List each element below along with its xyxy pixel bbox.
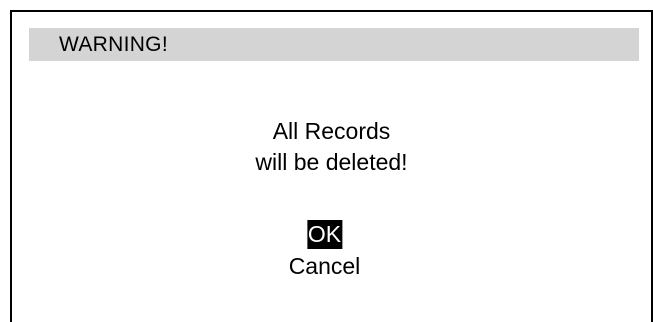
dialog-title: WARNING! bbox=[59, 32, 168, 56]
ok-option[interactable]: OK bbox=[306, 220, 343, 249]
dialog-message-line-1: All Records bbox=[272, 118, 391, 144]
dialog-title-bar: WARNING! bbox=[29, 28, 639, 61]
warning-dialog: WARNING! All Records will be deleted! OK… bbox=[10, 10, 653, 322]
dialog-message-line-2: will be deleted! bbox=[255, 149, 408, 175]
cancel-option[interactable]: Cancel bbox=[289, 252, 361, 281]
